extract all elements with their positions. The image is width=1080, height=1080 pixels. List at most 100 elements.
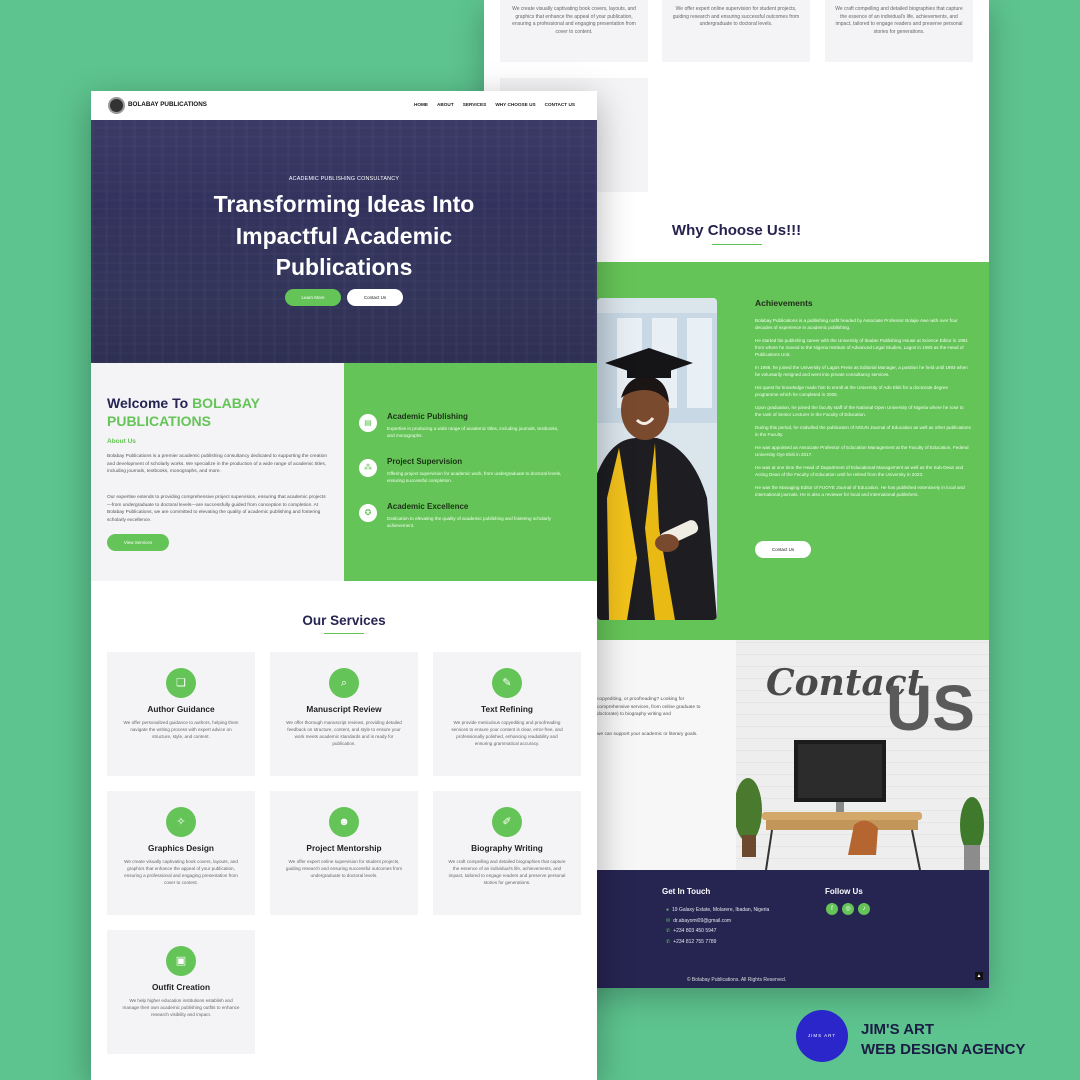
instagram-icon[interactable]: ◎ [842, 903, 854, 915]
feature-desc: Dedication to elevating the quality of a… [387, 516, 551, 528]
service-title: Project Mentorship [306, 843, 382, 853]
service-card[interactable]: ▣ Outfit Creation We help higher educati… [107, 930, 255, 1054]
document-icon: ▤ [359, 414, 377, 432]
people-icon: ☻ [329, 807, 359, 837]
back-card-text: We create visually captivating book cove… [512, 6, 636, 35]
phone-line[interactable]: ✆ +234 812 755 7789 [666, 937, 769, 948]
service-desc: We offer expert online supervision for s… [285, 859, 403, 878]
service-desc: We provide meticulous copyediting and pr… [451, 720, 563, 746]
phone-icon: ✆ [666, 928, 671, 935]
svg-text:US: US [886, 672, 975, 744]
nav-about[interactable]: ABOUT [437, 102, 454, 107]
back-service-card: We offer expert online supervision for s… [662, 0, 810, 62]
welcome-section: Welcome To BOLABAY PUBLICATIONS About Us… [91, 363, 344, 581]
contact-info: ● 19 Galaxy Estate, Molarere, Ibadan, Nig… [666, 905, 769, 948]
service-card[interactable]: ⌕ Manuscript Review We offer thorough ma… [270, 652, 418, 776]
service-card[interactable]: ✎ Text Refining We provide meticulous co… [433, 652, 581, 776]
service-desc: We offer thorough manuscript reviews, pr… [286, 720, 402, 746]
hero-contact-button[interactable]: Contact Us [347, 289, 403, 306]
service-title: Outfit Creation [151, 982, 211, 992]
achievement-item: His quest for knowledge made him to enro… [755, 385, 949, 397]
outfit-icon: ▣ [166, 946, 196, 976]
service-card[interactable]: ❏ Author Guidance We offer personalized … [107, 652, 255, 776]
learn-more-button[interactable]: Learn More [285, 289, 341, 306]
feature-desc: Offering project supervision for academi… [387, 471, 562, 483]
jims-art-logo: JIMS ART [796, 1010, 848, 1062]
nav-services[interactable]: SERVICES [463, 102, 487, 107]
service-title: Author Guidance [147, 704, 215, 714]
title-underline [324, 633, 364, 634]
achievement-item: In 1986, he joined the University of Lag… [755, 365, 968, 377]
about-paragraph: Bolabay Publications is a premier academ… [107, 454, 327, 474]
navbar: BOLABAY PUBLICATIONS HOME ABOUT SERVICES… [91, 91, 597, 120]
welcome-title: Welcome To BOLABAY PUBLICATIONS [107, 395, 260, 429]
service-card[interactable]: ✧ Graphics Design We create visually cap… [107, 791, 255, 915]
achievement-item: Upon graduation, he joined the faculty s… [755, 405, 964, 417]
network-icon: ⁂ [359, 459, 377, 477]
service-card[interactable]: ☻ Project Mentorship We offer expert onl… [270, 791, 418, 915]
about-us-label: About Us [107, 438, 136, 445]
nav-home[interactable]: HOME [414, 102, 428, 107]
agency-title: JIM'S ART WEB DESIGN AGENCY [861, 1020, 1025, 1060]
service-desc: We offer personalized guidance to author… [123, 720, 239, 739]
about-paragraph: Our expertise extends to providing compr… [107, 495, 326, 523]
nav-why-choose-us[interactable]: WHY CHOOSE US [495, 102, 535, 107]
agency-name: JIM'S ART [861, 1021, 935, 1038]
front-page-mockup: BOLABAY PUBLICATIONS HOME ABOUT SERVICES… [91, 91, 597, 1080]
hero-title: Transforming Ideas Into Impactful Academ… [213, 191, 475, 280]
feature-title: Academic Excellence [387, 502, 469, 511]
vector-icon: ✧ [166, 807, 196, 837]
award-icon: ✪ [359, 504, 377, 522]
logo-text[interactable]: BOLABAY PUBLICATIONS [128, 101, 207, 108]
contact-paragraph: we can support your academic or literary… [597, 731, 698, 737]
hero-eyebrow: ACADEMIC PUBLISHING CONSULTANCY [288, 176, 400, 182]
service-desc: We create visually captivating book cove… [124, 859, 238, 885]
logo-icon[interactable] [108, 97, 125, 114]
achievements-contact-button[interactable]: Contact Us [755, 541, 811, 558]
facebook-icon[interactable]: f [826, 903, 838, 915]
service-desc: We craft compelling and detailed biograp… [448, 859, 566, 885]
nav-links: HOME ABOUT SERVICES WHY CHOOSE US CONTAC… [414, 102, 575, 107]
address-line: ● 19 Galaxy Estate, Molarere, Ibadan, Nig… [666, 907, 770, 913]
graduate-illustration [597, 298, 717, 620]
hero-section: ACADEMIC PUBLISHING CONSULTANCY Transfor… [91, 120, 597, 363]
services-title: Our Services [302, 613, 386, 628]
back-service-card: We craft compelling and detailed biograp… [825, 0, 973, 62]
service-title: Text Refining [481, 704, 533, 714]
feature-desc: Expertise in producing a wide range of a… [387, 426, 559, 438]
feature-title: Project Supervision [387, 457, 463, 466]
pen-icon: ✐ [492, 807, 522, 837]
service-title: Manuscript Review [306, 704, 382, 714]
back-card-text: We craft compelling and detailed biograp… [835, 6, 963, 35]
scroll-to-top-button[interactable]: ▲ [975, 972, 983, 980]
contact-text: copyediting, or proofreading? Looking fo… [597, 696, 717, 738]
back-card-text: We offer expert online supervision for s… [672, 6, 800, 27]
email-line[interactable]: ✉ dr.abayomi09@gmail.com [666, 916, 769, 927]
service-title: Biography Writing [471, 843, 543, 853]
feature-title: Academic Publishing [387, 412, 468, 421]
title-underline [712, 244, 762, 245]
service-title: Graphics Design [148, 843, 214, 853]
phone-line[interactable]: ✆ +234 803 450 5947 [666, 926, 769, 937]
tiktok-icon[interactable]: ♪ [858, 903, 870, 915]
contact-desk-illustration: Contact US [736, 640, 989, 870]
location-icon: ● [666, 907, 670, 913]
phone-icon: ✆ [666, 939, 671, 946]
service-card[interactable]: ✐ Biography Writing We craft compelling … [433, 791, 581, 915]
achievements-list: Bolabay Publications is a publishing out… [755, 317, 971, 504]
service-desc: We help higher education institutions es… [122, 998, 240, 1017]
edit-icon: ✎ [492, 668, 522, 698]
follow-us-heading: Follow Us [825, 887, 863, 896]
nav-contact-us[interactable]: CONTACT US [545, 102, 575, 107]
book-icon: ❏ [166, 668, 196, 698]
achievement-item: He started his publishing career with th… [755, 338, 968, 357]
get-in-touch-heading: Get In Touch [662, 887, 711, 896]
achievements-title: Achievements [755, 298, 813, 308]
view-services-button[interactable]: View Services [107, 534, 169, 551]
achievement-item: Bolabay Publications is a publishing out… [755, 318, 958, 330]
contact-us-image: Contact US [736, 640, 989, 870]
agency-tagline: WEB DESIGN AGENCY [861, 1041, 1026, 1058]
achievement-item: He was at one time the Head of Departmen… [755, 465, 964, 477]
graduate-photo [597, 298, 717, 620]
contact-paragraph: copyediting, or proofreading? Looking fo… [597, 697, 701, 717]
